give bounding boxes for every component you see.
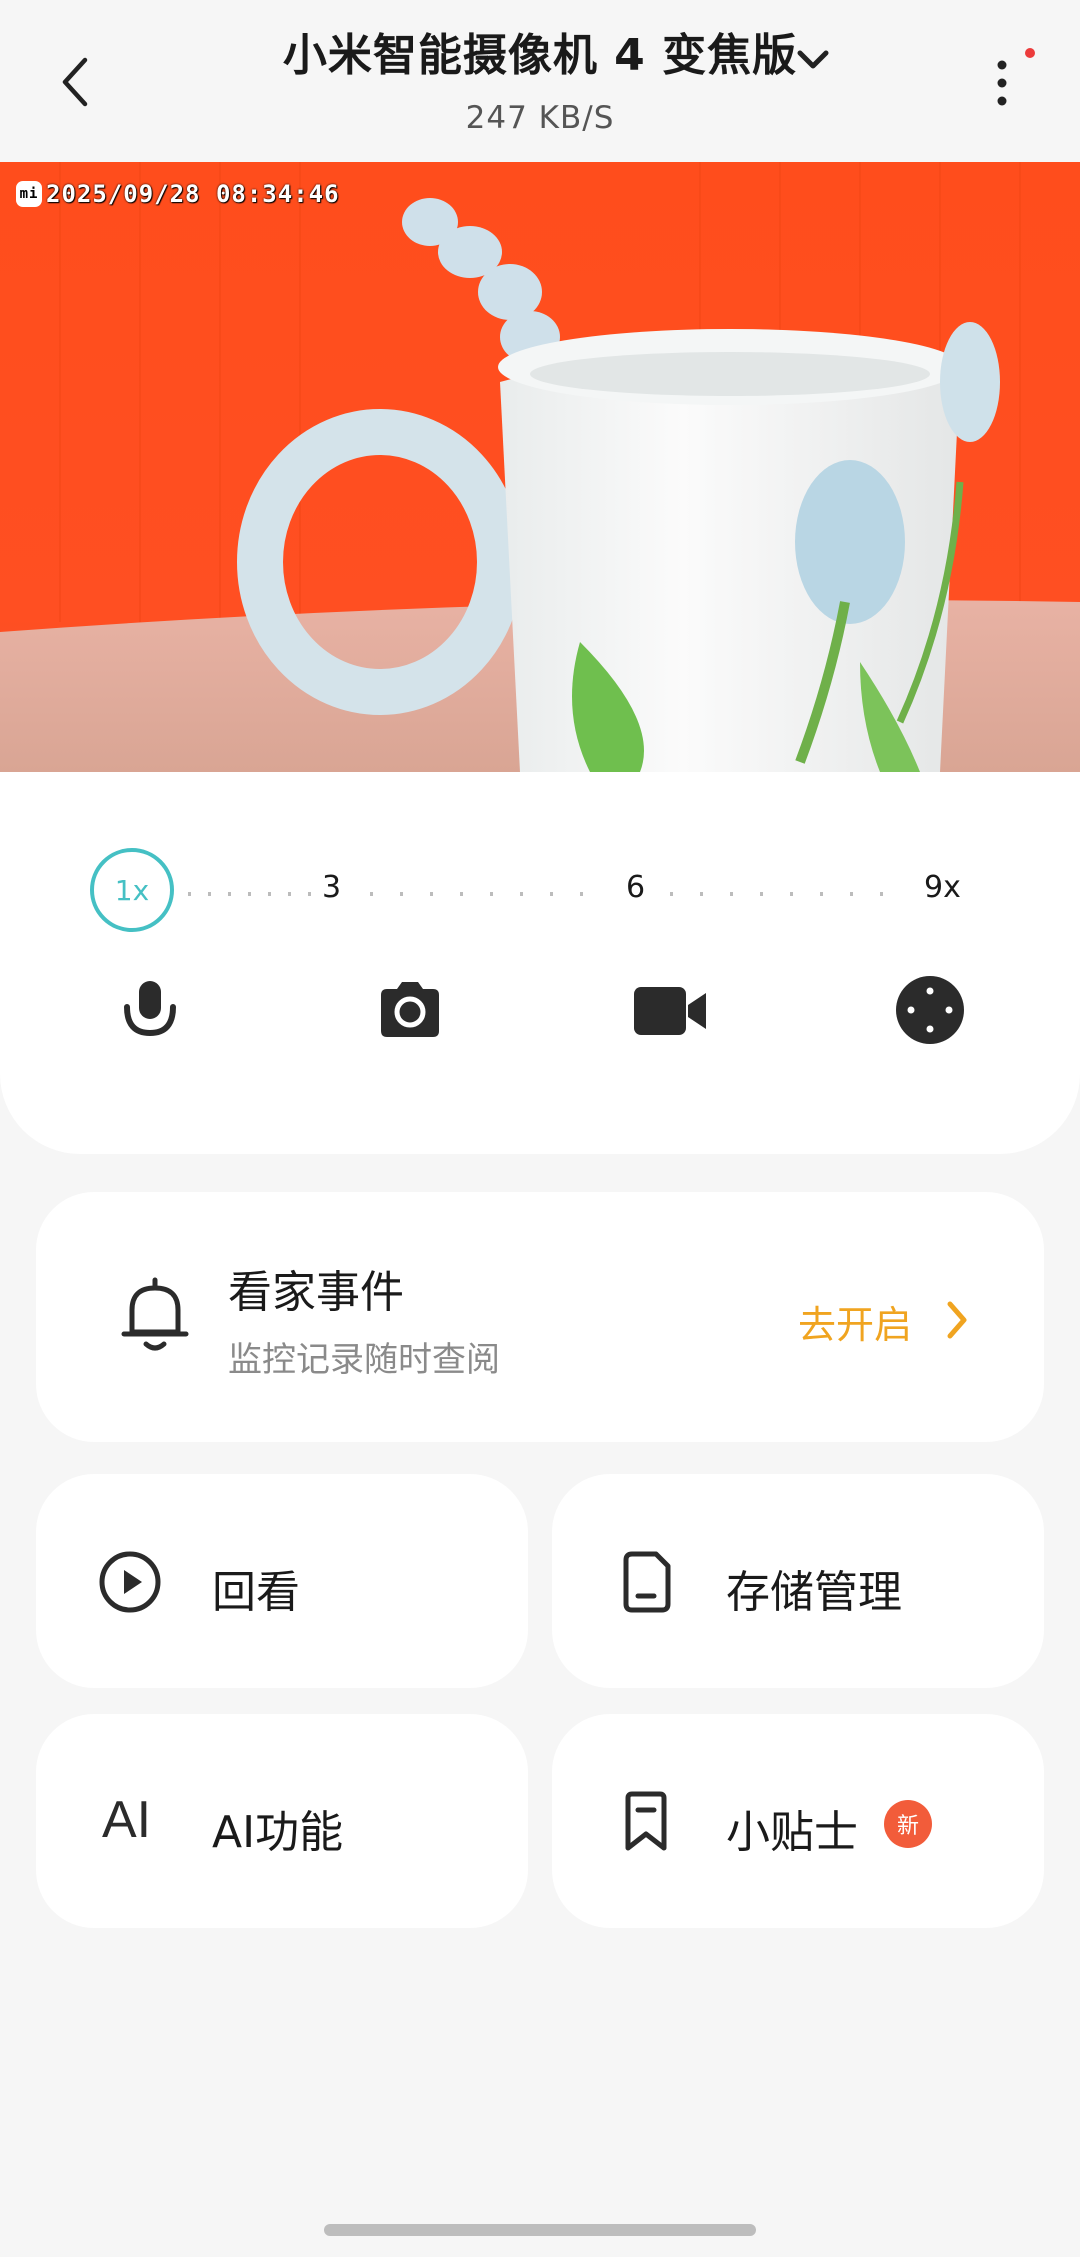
camera-icon: [381, 982, 439, 1037]
playback-label: 回看: [212, 1567, 300, 1618]
bookmark-icon: [625, 1791, 667, 1851]
mi-logo: mi: [16, 181, 42, 207]
storage-label: 存储管理: [726, 1567, 902, 1618]
ai-label: AI功能: [212, 1807, 344, 1858]
live-video[interactable]: mi 2025/09/28 08:34:46: [0, 162, 1080, 772]
top-bar: 小米智能摄像机 4 变焦版 247 KB/S: [0, 0, 1080, 162]
device-title[interactable]: 小米智能摄像机 4 变焦版: [283, 30, 797, 81]
zoom-mark-9x: 9x: [924, 870, 961, 905]
bell-icon: [121, 1277, 189, 1351]
control-panel: [0, 772, 1080, 1154]
chevron-down-icon[interactable]: [795, 44, 831, 74]
event-title: 看家事件: [228, 1267, 404, 1318]
timestamp-text: 2025/09/28 08:34:46: [46, 180, 340, 208]
enable-events-link[interactable]: 去开启: [798, 1294, 912, 1349]
new-badge: 新: [884, 1800, 932, 1848]
talk-button[interactable]: [110, 970, 190, 1050]
more-icon[interactable]: [990, 55, 1014, 111]
direction-button[interactable]: [890, 970, 970, 1050]
notification-dot: [1025, 48, 1035, 58]
home-indicator[interactable]: [324, 2224, 756, 2236]
storage-icon: [623, 1551, 671, 1613]
event-subtitle: 监控记录随时查阅: [228, 1340, 500, 1380]
zoom-mark-3: 3: [322, 870, 342, 905]
zoom-mark-6: 6: [626, 870, 646, 905]
zoom-ticks: [188, 892, 883, 896]
play-circle-icon: [99, 1551, 161, 1613]
ai-icon: AI: [102, 1791, 152, 1849]
video-record-icon: [634, 987, 706, 1035]
video-frame: [0, 162, 1080, 772]
microphone-icon: [124, 981, 176, 1037]
zoom-slider[interactable]: 1x 3 6 9x: [90, 848, 970, 938]
snapshot-button[interactable]: [370, 970, 450, 1050]
chevron-right-icon: [947, 1301, 967, 1339]
bitrate-text: 247 KB/S: [465, 100, 615, 136]
tips-label: 小贴士: [726, 1807, 858, 1858]
zoom-knob[interactable]: 1x: [90, 848, 174, 932]
record-button[interactable]: [630, 970, 710, 1050]
video-timestamp: mi 2025/09/28 08:34:46: [16, 180, 340, 208]
direction-pad-icon: [896, 976, 964, 1044]
